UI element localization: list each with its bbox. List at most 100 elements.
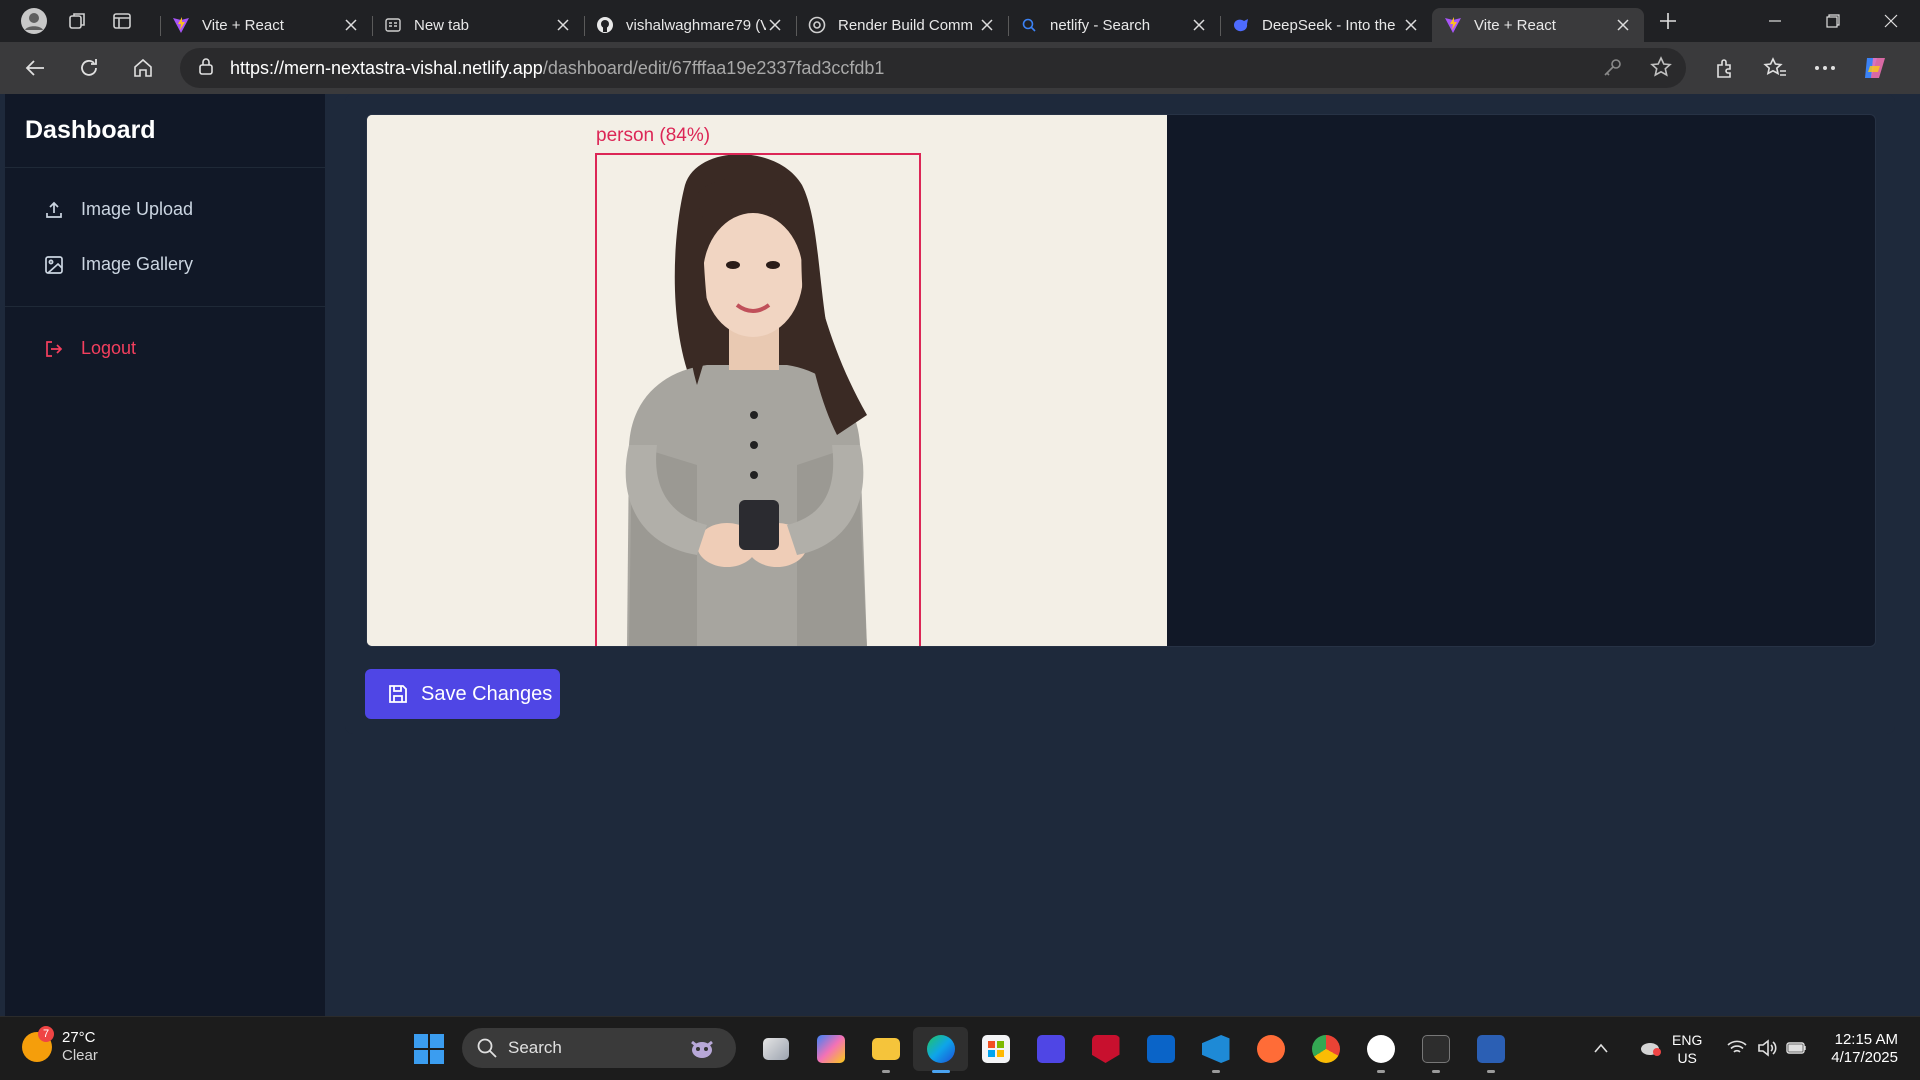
tab-separator (1220, 16, 1221, 36)
clock-time: 12:15 AM (1834, 1031, 1898, 1048)
close-tab-icon[interactable] (1402, 16, 1420, 34)
browser-tab[interactable]: netlify - Search (1008, 8, 1220, 42)
sidebar-item-image-upload[interactable]: Image Upload (5, 182, 325, 237)
browser-tab[interactable]: Vite + React (160, 8, 372, 42)
chevron-up-icon[interactable] (1586, 1031, 1616, 1065)
microsoft-store-icon[interactable] (968, 1027, 1023, 1071)
browser-tab[interactable]: vishalwaghmare79 (V (584, 8, 796, 42)
language-code: ENG (1672, 1032, 1703, 1048)
favorites-icon[interactable] (1750, 42, 1800, 94)
tab-separator (584, 16, 585, 36)
system-tray (1586, 1031, 1666, 1065)
app-root: Dashboard Image Upload Image Gallery Log… (5, 94, 1915, 1016)
image-editor-canvas[interactable]: person (84%) (366, 114, 1876, 647)
windows-taskbar: 7 27°C Clear Search ENG US 12:15 AM 4/17… (0, 1016, 1920, 1080)
back-arrow-icon[interactable] (8, 42, 62, 94)
mcafee-icon[interactable] (1078, 1027, 1133, 1071)
home-icon[interactable] (116, 42, 170, 94)
minimize-icon[interactable] (1746, 0, 1804, 42)
terminal-icon[interactable] (1408, 1027, 1463, 1073)
close-tab-icon[interactable] (554, 16, 572, 34)
windows-start-icon[interactable] (414, 1034, 444, 1064)
mongodb-compass-icon[interactable] (1353, 1027, 1408, 1073)
close-tab-icon[interactable] (978, 16, 996, 34)
refresh-icon[interactable] (62, 42, 116, 94)
tab-separator (372, 16, 373, 36)
task-view-icon[interactable] (748, 1027, 803, 1071)
github-icon (596, 16, 614, 34)
sidebar-nav: Image Upload Image Gallery (5, 168, 325, 307)
vertical-tabs-icon[interactable] (100, 0, 144, 42)
postman-icon[interactable] (1243, 1027, 1298, 1071)
close-window-icon[interactable] (1862, 0, 1920, 42)
weather-moon-icon: 7 (22, 1026, 54, 1062)
upload-icon (43, 199, 65, 221)
window-controls (1746, 0, 1920, 42)
editor-app-icon[interactable] (1023, 1027, 1078, 1071)
save-changes-button[interactable]: Save Changes (365, 669, 560, 719)
chrome-icon[interactable] (1298, 1027, 1353, 1071)
sidebar-item-image-gallery[interactable]: Image Gallery (5, 237, 325, 292)
tab-title: Render Build Comm (838, 16, 974, 34)
taskbar-apps (748, 1027, 1518, 1073)
quick-settings[interactable] (1722, 1033, 1812, 1063)
profile-avatar-icon[interactable] (12, 0, 56, 42)
address-bar[interactable]: https://mern-nextastra-vishal.netlify.ap… (180, 48, 1686, 88)
url-path: /dashboard/edit/67fffaa19e2337fad3ccfdb1 (542, 57, 885, 78)
search-highlight-icon (686, 1036, 718, 1060)
onedrive-error-icon[interactable] (1636, 1031, 1666, 1065)
browser-tab[interactable]: Render Build Comm (796, 8, 1008, 42)
edited-photo: person (84%) (367, 115, 1167, 646)
taskbar-search[interactable]: Search (462, 1028, 736, 1068)
gallery-icon (43, 254, 65, 276)
browser-tab[interactable]: New tab (372, 8, 584, 42)
vscode-icon[interactable] (1188, 1027, 1243, 1073)
restore-icon[interactable] (1804, 0, 1862, 42)
logout-button[interactable]: Logout (5, 321, 325, 376)
outlook-icon[interactable] (1133, 1027, 1188, 1071)
clock-date: 4/17/2025 (1831, 1049, 1898, 1066)
close-tab-icon[interactable] (766, 16, 784, 34)
lock-icon[interactable] (198, 57, 214, 80)
volume-icon (1752, 1033, 1782, 1063)
close-tab-icon[interactable] (1614, 16, 1632, 34)
taskbar-search-label: Search (508, 1038, 562, 1057)
tab-title: Vite + React (1474, 16, 1556, 34)
main-content: person (84%) Save Changes (345, 94, 1895, 734)
copilot-app-icon[interactable] (803, 1027, 858, 1071)
taskbar-clock[interactable]: 12:15 AM 4/17/2025 (1831, 1031, 1898, 1067)
more-menu-icon[interactable] (1800, 42, 1850, 94)
file-explorer-icon[interactable] (858, 1027, 913, 1073)
sidebar-title: Dashboard (5, 94, 325, 168)
newtab-icon (384, 16, 402, 34)
sidebar-item-label: Image Gallery (81, 254, 194, 274)
new-tab-button[interactable] (1644, 0, 1692, 42)
tab-title: vishalwaghmare79 (V (626, 16, 766, 34)
copilot-icon[interactable] (1850, 42, 1900, 94)
sidebar: Dashboard Image Upload Image Gallery Log… (5, 94, 325, 1016)
search-icon (476, 1037, 498, 1059)
word-icon[interactable] (1463, 1027, 1518, 1073)
logout-icon (43, 338, 65, 360)
browser-tab[interactable]: DeepSeek - Into the (1220, 8, 1432, 42)
deepseek-icon (1232, 16, 1250, 34)
close-tab-icon[interactable] (1190, 16, 1208, 34)
browser-toolbar-right (1700, 42, 1900, 94)
browser-tab-active[interactable]: Vite + React (1432, 8, 1644, 42)
weather-temperature: 27°C (62, 1029, 96, 1046)
extensions-icon[interactable] (1700, 42, 1750, 94)
edge-browser-icon[interactable] (913, 1027, 968, 1073)
logout-label: Logout (81, 338, 137, 358)
workspaces-icon[interactable] (56, 0, 100, 42)
close-tab-icon[interactable] (342, 16, 360, 34)
url-text: https://mern-nextastra-vishal.netlify.ap… (230, 58, 884, 79)
tab-title: DeepSeek - Into the (1262, 16, 1396, 34)
language-indicator[interactable]: ENG US (1672, 1031, 1702, 1067)
favorite-star-icon[interactable] (1650, 56, 1672, 83)
save-icon (387, 683, 409, 705)
render-icon (808, 16, 826, 34)
weather-condition: Clear (62, 1047, 98, 1064)
password-key-icon[interactable] (1602, 56, 1624, 83)
battery-icon (1782, 1033, 1812, 1063)
weather-widget[interactable]: 7 27°C Clear (22, 1026, 98, 1065)
